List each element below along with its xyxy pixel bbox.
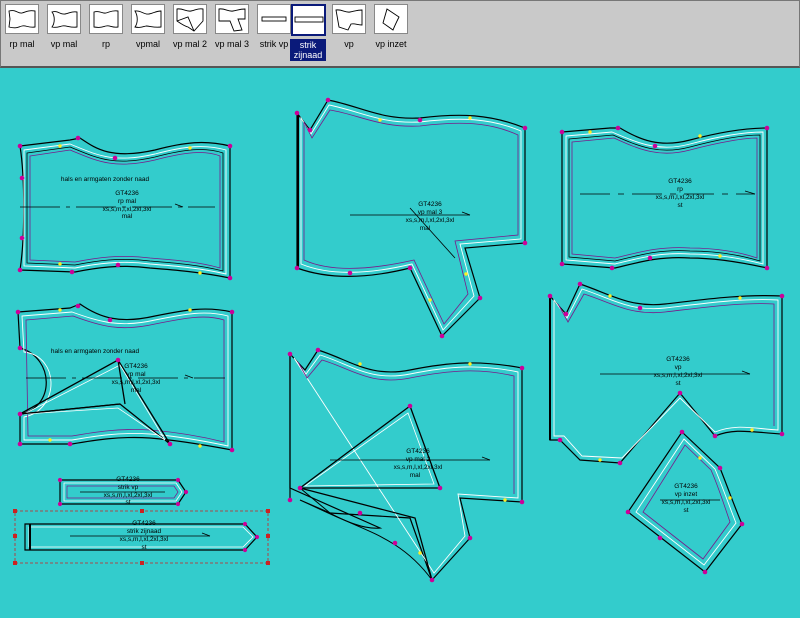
piece-sizes: xs,s,m,l,xl,2xl,3xl <box>120 536 169 543</box>
thumb-vp-mal-3[interactable]: vp mal 3 <box>215 4 249 64</box>
piece-thumbnail-strip: rp mal vp mal rp vpmal vp mal 2 vp mal 3… <box>5 4 795 64</box>
piece-strik-zijnaad-selected[interactable]: GT4236 strik zijnaad xs,s,m,l,xl,2xl,3xl… <box>13 509 270 565</box>
piece-name: vp inzet <box>675 491 698 498</box>
piece-vp[interactable]: GT4236 vp xs,s,m,l,xl,2xl,3xl st <box>547 281 785 466</box>
piece-vp-mal-3[interactable]: GT4236 vp mal 3 xs,s,m,l,xl,2xl,3xl mal <box>294 97 528 339</box>
thumb-vp-mal-2[interactable]: vp mal 2 <box>173 4 207 64</box>
thumb-rp-mal[interactable]: rp mal <box>5 4 39 64</box>
piece-name: rp <box>677 186 683 193</box>
piece-style-code: GT4236 <box>132 520 156 527</box>
pattern-piece-icon <box>215 4 249 34</box>
strip-piece-icon <box>290 4 326 36</box>
pattern-layout-svg[interactable]: hals en armgaten zonder naad GT4236 rp m… <box>0 68 800 618</box>
pattern-piece-icon <box>173 4 207 34</box>
piece-vp-mal[interactable]: hals en armgaten zonder naad GT4236 vp m… <box>15 303 235 453</box>
piece-vp-inzet[interactable]: GT4236 vp inzet xs,s,m,l,xl,2xl,3xl st <box>625 429 745 575</box>
pattern-piece-icon <box>47 4 81 34</box>
piece-sizes: xs,s,m,l,xl,2xl,3xl <box>656 194 705 201</box>
thumb-strik-zijnaad-selected[interactable]: strik zijnaad <box>290 4 326 64</box>
piece-strik-vp[interactable]: GT4236 strik vp xs,s,m,l,xl,2xl,3xl st <box>57 476 189 507</box>
piece-style-code: GT4236 <box>406 448 430 455</box>
piece-vp-mal-2[interactable]: GT4236 vp mal 2 xs,s,m,l,xl,2xl,3xl mal <box>287 347 525 583</box>
piece-name: strik zijnaad <box>127 528 162 535</box>
piece-style-code: GT4236 <box>668 178 692 185</box>
piece-rp-mal[interactable]: hals en armgaten zonder naad GT4236 rp m… <box>17 135 233 281</box>
piece-type: st <box>677 202 682 209</box>
pattern-canvas[interactable]: hals en armgaten zonder naad GT4236 rp m… <box>0 68 800 618</box>
piece-type: mal <box>122 213 133 220</box>
piece-sizes: xs,s,m,l,xl,2xl,3xl <box>654 372 703 379</box>
thumb-vp-inzet[interactable]: vp inzet <box>374 4 408 64</box>
thumb-label-line: zijnaad <box>293 50 323 60</box>
piece-note: hals en armgaten zonder naad <box>51 348 140 355</box>
piece-type: mal <box>131 387 142 394</box>
strip-piece-icon <box>257 4 291 34</box>
piece-name: vp <box>675 364 682 371</box>
piece-rp[interactable]: GT4236 rp xs,s,m,l,xl,2xl,3xl st <box>559 125 770 271</box>
piece-type: mal <box>410 472 421 479</box>
thumb-vpmal[interactable]: vpmal <box>131 4 165 64</box>
piece-style-code: GT4236 <box>674 483 698 490</box>
pattern-editor-window: rp mal vp mal rp vpmal vp mal 2 vp mal 3… <box>0 0 800 618</box>
piece-name: vp mal <box>126 371 146 378</box>
piece-name: vp mal 2 <box>406 456 431 463</box>
thumb-label-line: strik <box>299 40 317 50</box>
pattern-piece-icon <box>89 4 123 34</box>
pattern-piece-icon <box>332 4 366 34</box>
piece-style-code: GT4236 <box>418 201 442 208</box>
piece-sizes: xs,s,m,l,xl,2xl,3xl <box>112 379 161 386</box>
thumb-rp[interactable]: rp <box>89 4 123 64</box>
piece-style-code: GT4236 <box>124 363 148 370</box>
piece-toolbar: rp mal vp mal rp vpmal vp mal 2 vp mal 3… <box>0 0 800 68</box>
piece-type: st <box>141 544 146 551</box>
thumb-strik-vp[interactable]: strik vp <box>257 4 291 64</box>
piece-sizes: xs,s,m,l,xl,2xl,3xl <box>662 499 711 506</box>
piece-sizes: xs,s,m,l,xl,2xl,3xl <box>406 217 455 224</box>
piece-type: st <box>683 507 688 514</box>
piece-type: mal <box>420 225 431 232</box>
piece-style-code: GT4236 <box>666 356 690 363</box>
thumb-label-selected: strik zijnaad <box>290 39 326 61</box>
piece-name: strik vp <box>118 484 139 491</box>
thumb-vp-mal[interactable]: vp mal <box>47 4 81 64</box>
piece-note: hals en armgaten zonder naad <box>61 176 150 183</box>
piece-style-code: GT4236 <box>116 476 140 483</box>
piece-sizes: xs,s,m,l,xl,2xl,3xl <box>394 464 443 471</box>
pattern-piece-icon <box>5 4 39 34</box>
inset-piece-icon <box>374 4 408 34</box>
piece-sizes: xs,s,m,l,xl,2xl,3xl <box>103 206 152 213</box>
pattern-piece-icon <box>131 4 165 34</box>
thumb-label: vp inzet <box>375 39 407 49</box>
piece-name: rp mal <box>118 198 137 205</box>
piece-name: vp mal 3 <box>418 209 443 216</box>
piece-style-code: GT4236 <box>115 190 139 197</box>
thumb-vp[interactable]: vp <box>332 4 366 64</box>
piece-sizes: xs,s,m,l,xl,2xl,3xl <box>104 492 153 499</box>
piece-type: st <box>125 499 130 506</box>
piece-type: st <box>675 380 680 387</box>
